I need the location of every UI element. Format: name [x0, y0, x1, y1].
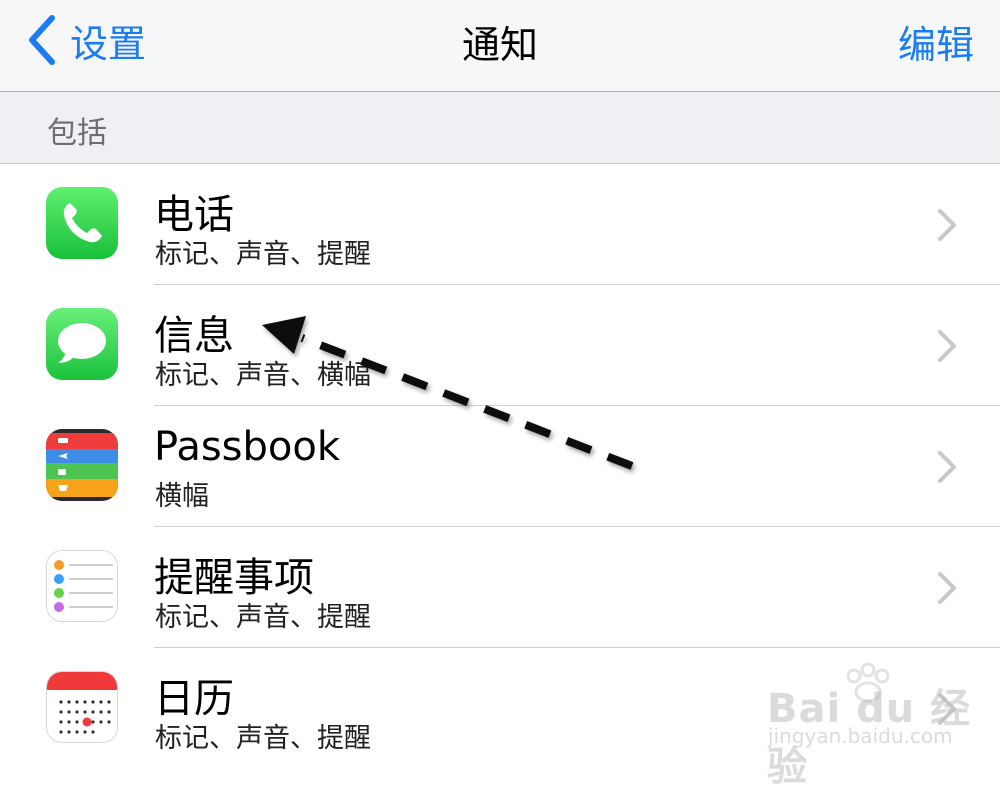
chevron-right-icon: [938, 209, 956, 241]
chevron-right-icon: [938, 451, 956, 483]
reminders-icon: [46, 550, 118, 622]
list-item-passbook[interactable]: Passbook 横幅: [0, 406, 1000, 527]
watermark-url: jingyan.baidu.com: [768, 724, 953, 748]
passbook-icon: [46, 429, 118, 501]
list-item-phone[interactable]: 电话 标记、声音、提醒: [0, 164, 1000, 285]
app-alert-types: 标记、声音、提醒: [155, 602, 371, 633]
navigation-bar: 设置 通知 编辑: [0, 0, 1000, 92]
list-item-reminders[interactable]: 提醒事项 标记、声音、提醒: [0, 527, 1000, 648]
app-alert-types: 标记、声音、横幅: [155, 360, 371, 391]
messages-icon: [46, 308, 118, 380]
edit-button[interactable]: 编辑: [898, 14, 974, 69]
app-alert-types: 标记、声音、提醒: [155, 239, 371, 270]
chevron-right-icon: [938, 572, 956, 604]
calendar-icon: [46, 671, 118, 743]
page-title: 通知: [461, 23, 538, 67]
phone-icon: [46, 187, 118, 259]
chevron-right-icon: [938, 330, 956, 362]
app-name: Passbook: [154, 424, 341, 470]
app-alert-types: 标记、声音、提醒: [155, 723, 371, 754]
list-item-messages[interactable]: 信息 标记、声音、横幅: [0, 285, 1000, 406]
app-alert-types: 横幅: [155, 481, 209, 512]
section-header-label: 包括: [47, 116, 107, 151]
section-header: 包括: [0, 92, 1000, 164]
